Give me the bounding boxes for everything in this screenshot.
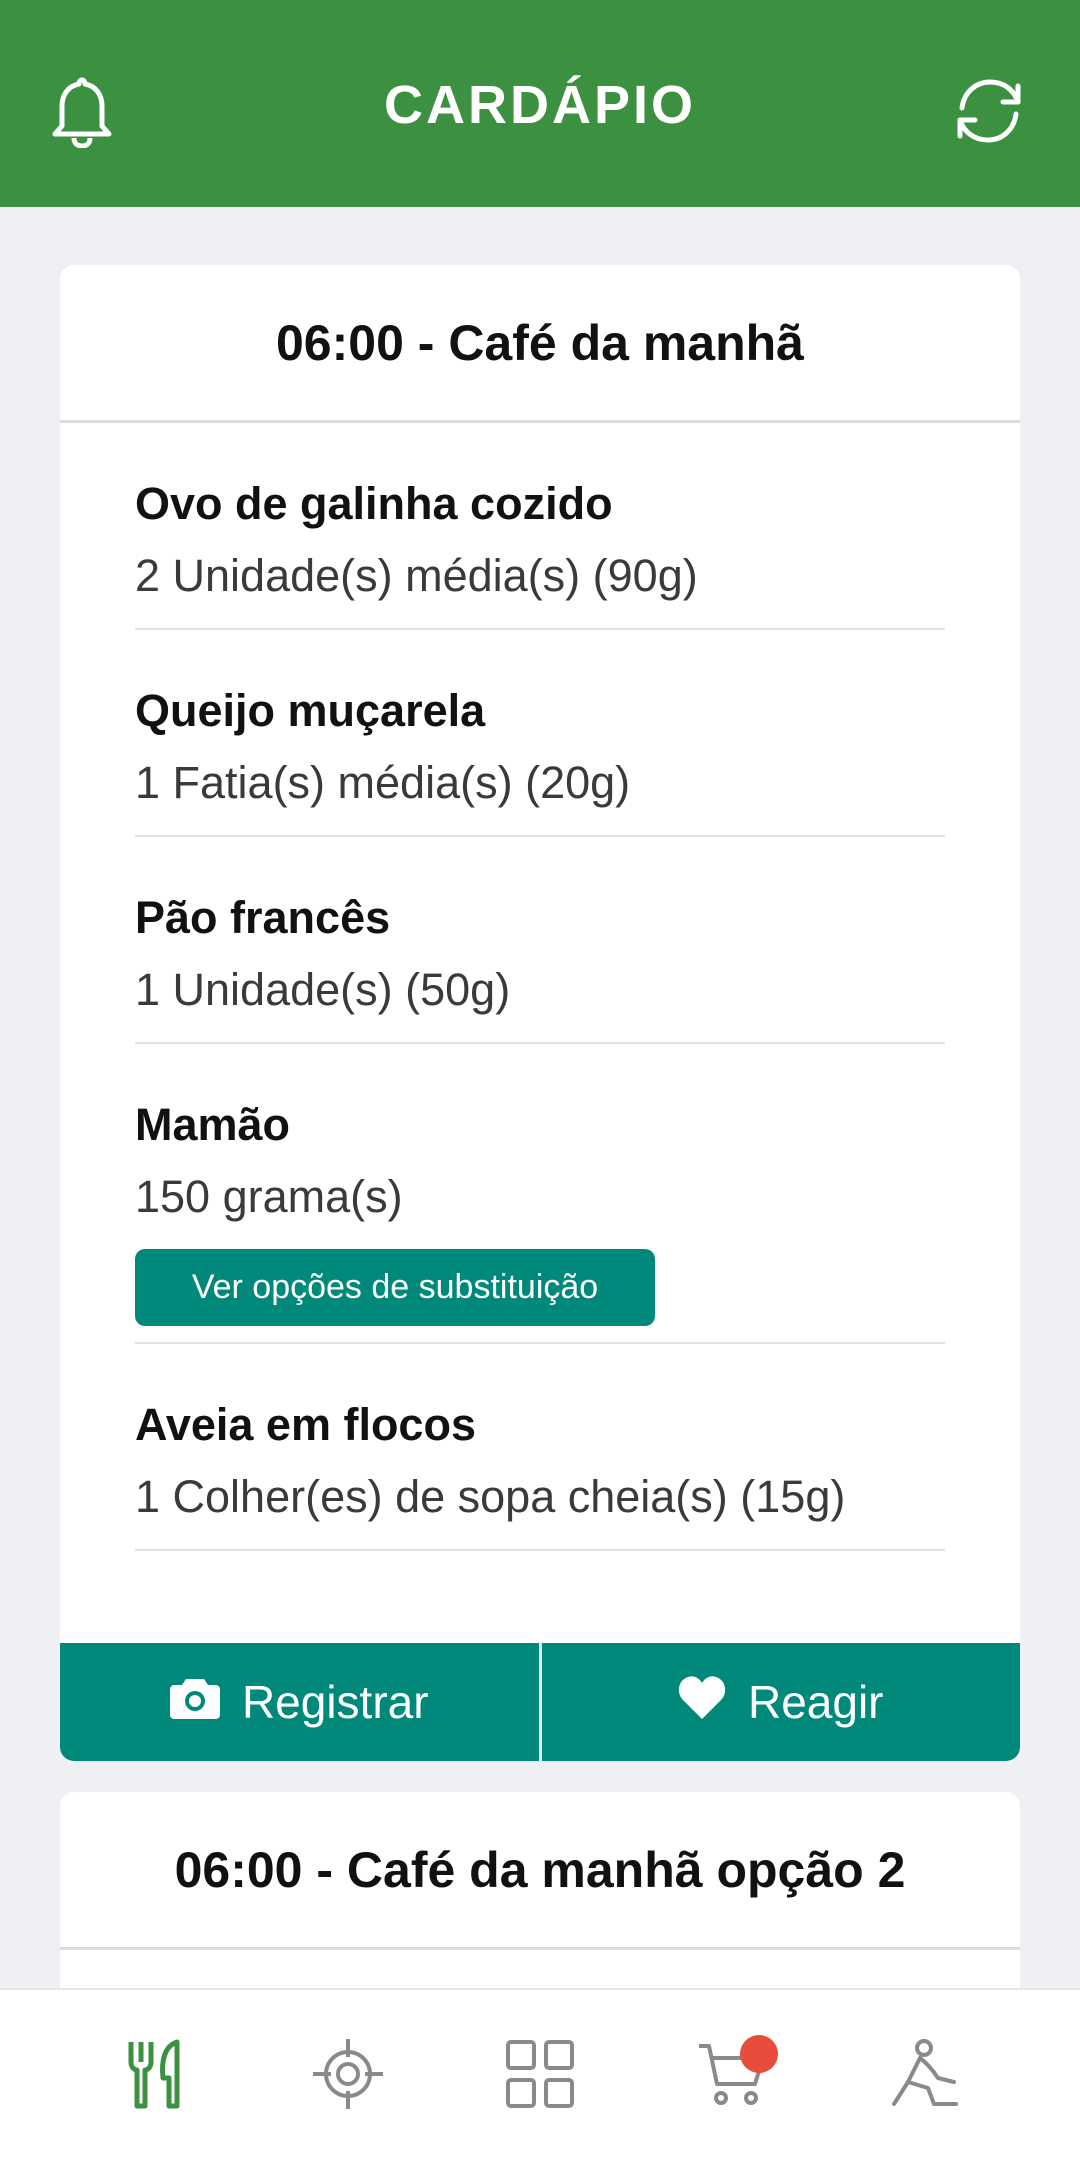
food-quantity: 1 Unidade(s) (50g) — [135, 964, 511, 1015]
react-button[interactable]: Reagir — [542, 1643, 1021, 1761]
food-item: Mamão 150 grama(s) Ver opções de substit… — [135, 1044, 945, 1344]
food-list: Ovo de galinha cozido 2 Unidade(s) média… — [60, 423, 1020, 1551]
target-icon — [311, 2037, 385, 2116]
meal-title: 06:00 - Café da manhã — [60, 265, 1020, 423]
cart-badge — [740, 2034, 778, 2073]
grid-icon — [505, 2039, 575, 2114]
food-name: Mamão — [135, 1099, 291, 1150]
food-quantity: 150 grama(s) — [135, 1171, 403, 1222]
meal-card: 06:00 - Café da manhã Ovo de galinha coz… — [60, 265, 1020, 1761]
food-quantity: 2 Unidade(s) média(s) (90g) — [135, 550, 698, 601]
nav-shopping[interactable] — [682, 2027, 782, 2127]
meal-actions: Registrar Reagir — [60, 1643, 1020, 1761]
workout-icon — [888, 2038, 960, 2115]
meal-title: 06:00 - Café da manhã opção 2 — [60, 1792, 1020, 1950]
food-name: Ovo de galinha cozido — [135, 478, 613, 529]
food-quantity: 1 Colher(es) de sopa cheia(s) (15g) — [135, 1471, 846, 1522]
bottom-nav — [0, 1988, 1080, 2163]
page-title: CARDÁPIO — [383, 75, 696, 135]
nav-goals[interactable] — [298, 2027, 398, 2127]
register-label: Registrar — [241, 1676, 429, 1728]
food-name: Pão francês — [135, 892, 391, 943]
food-item: Queijo muçarela 1 Fatia(s) média(s) (20g… — [135, 630, 945, 837]
heart-icon — [678, 1675, 726, 1730]
nav-dashboard[interactable] — [490, 2027, 590, 2127]
register-button[interactable]: Registrar — [60, 1643, 539, 1761]
nav-menu[interactable] — [106, 2027, 206, 2127]
app-header: CARDÁPIO — [0, 0, 1080, 207]
food-item: Ovo de galinha cozido 2 Unidade(s) média… — [135, 423, 945, 630]
substitution-options-button[interactable]: Ver opções de substituição — [135, 1249, 655, 1326]
react-label: Reagir — [747, 1676, 884, 1728]
refresh-icon[interactable] — [952, 74, 1026, 148]
nav-activity[interactable] — [874, 2027, 974, 2127]
camera-icon — [169, 1675, 220, 1730]
food-item: Pão francês 1 Unidade(s) (50g) — [135, 837, 945, 1044]
food-quantity: 1 Fatia(s) média(s) (20g) — [135, 757, 631, 808]
food-item: Aveia em flocos 1 Colher(es) de sopa che… — [135, 1344, 945, 1551]
cutlery-icon — [125, 2038, 187, 2115]
food-name: Queijo muçarela — [135, 685, 486, 736]
food-name: Aveia em flocos — [135, 1399, 476, 1450]
